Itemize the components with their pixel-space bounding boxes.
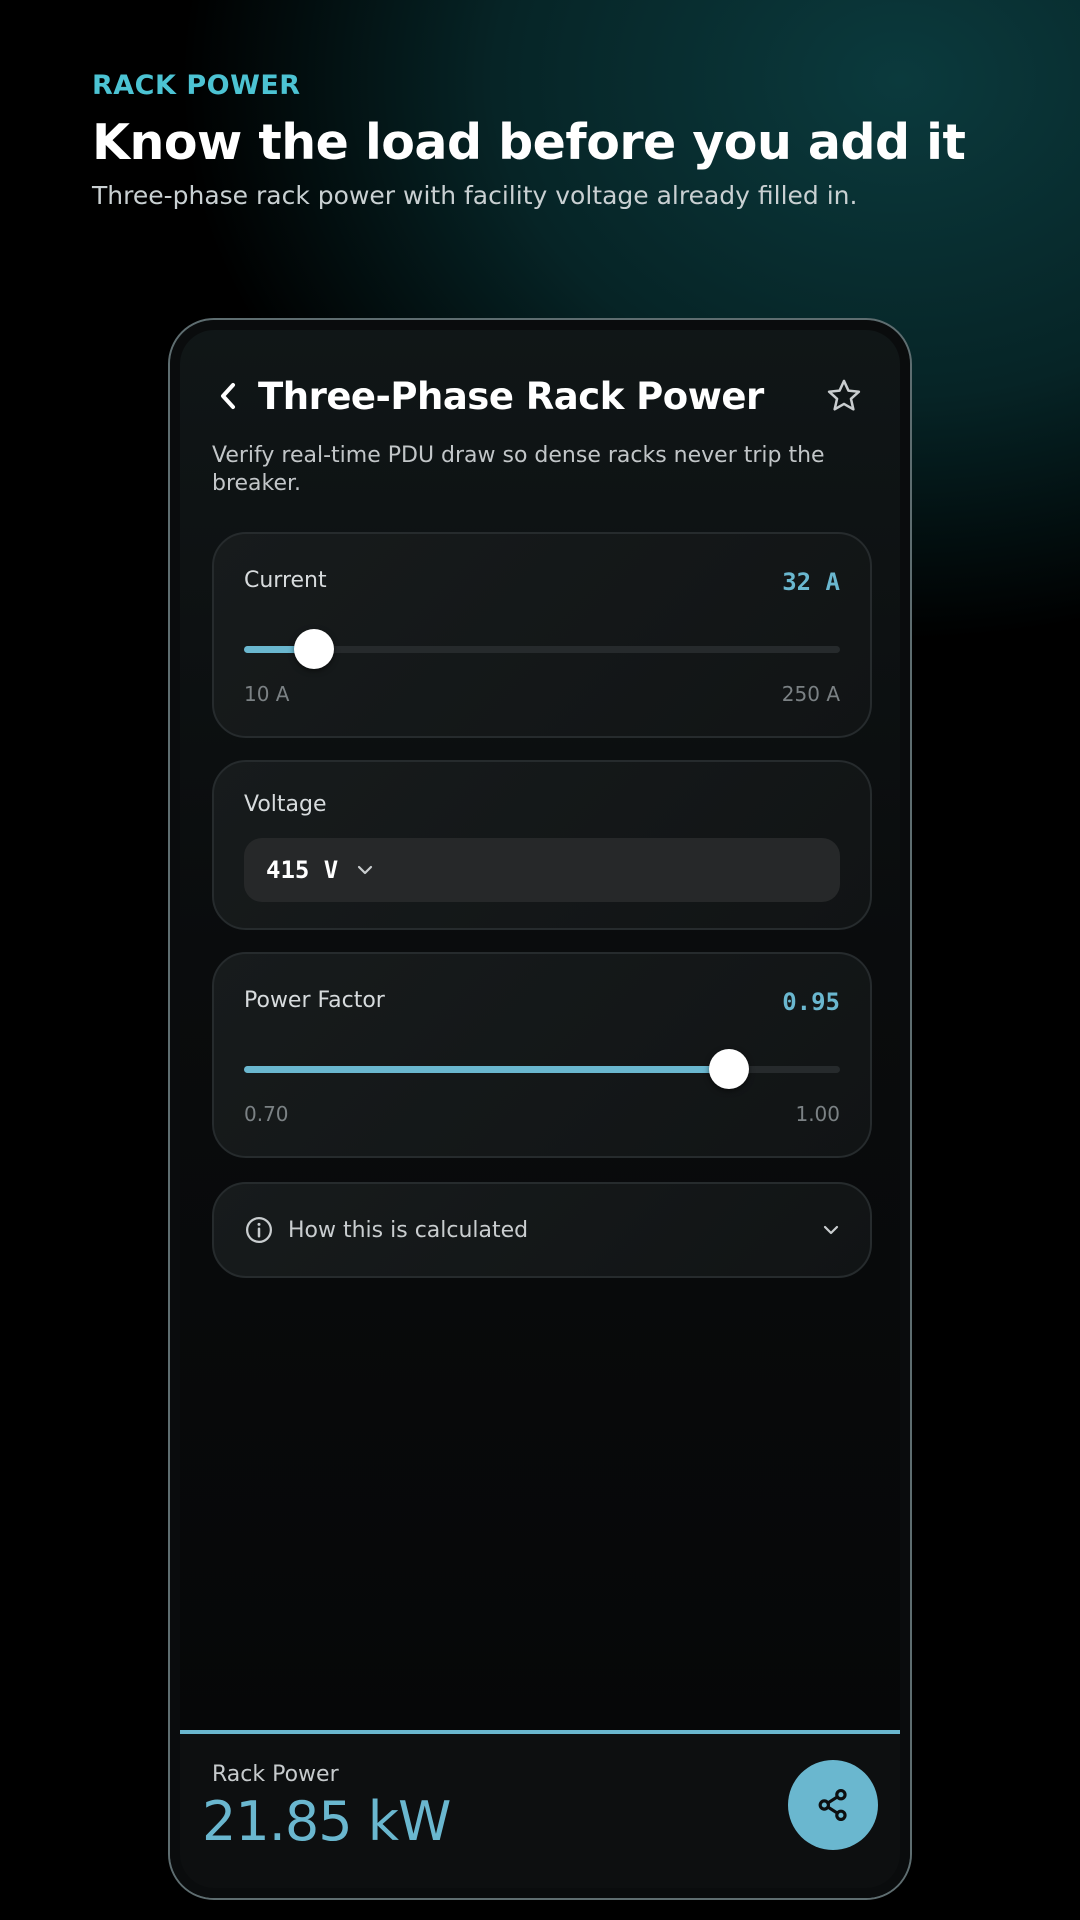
power-factor-slider-thumb[interactable]	[708, 1049, 749, 1089]
share-button[interactable]	[788, 1760, 878, 1850]
result-value: 21.85 kW	[202, 1790, 451, 1853]
chevron-left-icon	[221, 383, 235, 409]
phone-frame: Three-Phase Rack Power Verify real-time …	[168, 318, 912, 1900]
power-factor-value: 0.95	[782, 988, 840, 1016]
current-min: 10 A	[244, 682, 290, 706]
back-button[interactable]	[208, 366, 248, 426]
chevron-down-icon	[356, 864, 374, 876]
eyebrow: RACK POWER	[92, 70, 301, 101]
power-factor-min: 0.70	[244, 1102, 289, 1126]
result-label: Rack Power	[212, 1762, 339, 1787]
current-slider[interactable]	[244, 629, 840, 669]
power-factor-label: Power Factor	[244, 988, 385, 1013]
description: Verify real-time PDU draw so dense racks…	[212, 443, 825, 497]
power-factor-max: 1.00	[795, 1102, 840, 1126]
page-title: Three-Phase Rack Power	[258, 374, 764, 418]
voltage-select[interactable]: 415 V	[244, 838, 840, 902]
how-calculated-label: How this is calculated	[288, 1217, 529, 1243]
share-icon	[818, 1789, 847, 1821]
power-factor-slider[interactable]	[244, 1049, 840, 1089]
chevron-down-icon	[823, 1225, 839, 1235]
voltage-selected-value: 415 V	[266, 856, 339, 884]
current-card: Current 32 A 10 A 250 A	[212, 532, 872, 738]
voltage-card: Voltage 415 V	[212, 760, 872, 930]
subline: Three-phase rack power with facility vol…	[92, 181, 858, 211]
favorite-button[interactable]	[816, 368, 872, 424]
current-label: Current	[244, 568, 327, 593]
current-slider-thumb[interactable]	[293, 629, 334, 669]
how-calculated-toggle[interactable]: How this is calculated	[212, 1182, 872, 1278]
hero: RACK POWER Know the load before you add …	[92, 70, 1032, 210]
info-icon	[246, 1217, 272, 1243]
current-max: 250 A	[781, 682, 840, 706]
current-value: 32 A	[782, 568, 840, 596]
star-icon	[827, 379, 861, 411]
headline: Know the load before you add it	[92, 114, 966, 171]
voltage-label: Voltage	[244, 792, 327, 817]
power-factor-slider-fill	[244, 1066, 729, 1073]
power-factor-card: Power Factor 0.95 0.70 1.00	[212, 952, 872, 1158]
result-panel: Rack Power 21.85 kW	[180, 1734, 900, 1898]
app-bar: Three-Phase Rack Power	[208, 356, 872, 436]
